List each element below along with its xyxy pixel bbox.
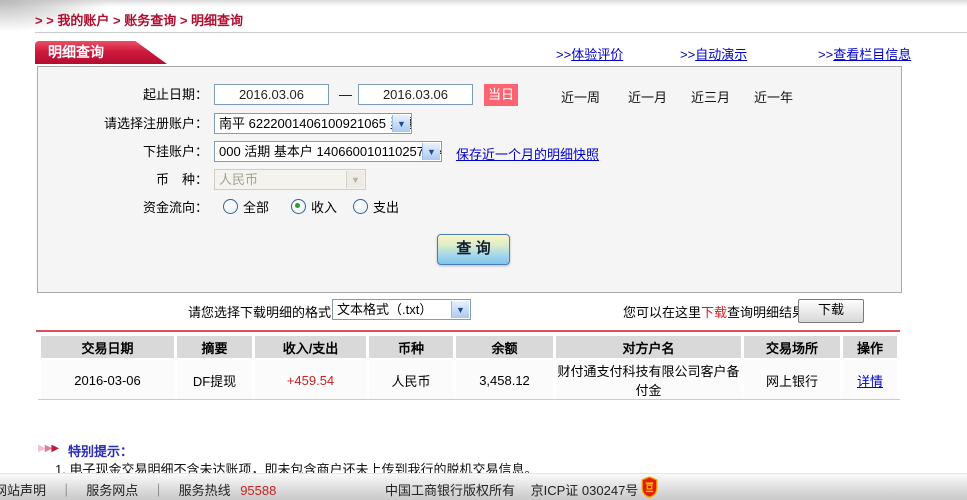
col-header-channel: 交易场所: [744, 336, 840, 358]
date-to-input[interactable]: [358, 84, 473, 105]
chevron-down-icon: ▼: [451, 301, 469, 318]
triple-arrow-icon: ▶▶▶: [38, 443, 59, 454]
footer-separator: ｜: [59, 483, 73, 498]
account-select-value: 南平 6222001406100921065 灵通卡: [219, 116, 411, 131]
footer-copyright: 中国工商银行版权所有 京ICP证 030247号: [385, 480, 638, 499]
range-quarter-link[interactable]: 近三月: [691, 87, 730, 106]
download-hint-suffix: 查询明细结果: [727, 305, 806, 320]
flow-option-label: 支出: [373, 200, 400, 215]
currency-label: 币 种：: [155, 172, 208, 187]
download-format-label: 请您选择下载明细的格式: [188, 305, 332, 320]
sub-account-select-value: 000 活期 基本户 1406600101102571848: [219, 144, 441, 159]
table-bottom-rule: [38, 399, 900, 400]
currency-select: 人民币 ▼: [214, 169, 366, 190]
download-button[interactable]: 下载: [798, 299, 864, 323]
transaction-table: 交易日期 摘要 收入/支出 币种 余额 对方户名 交易场所 操作 2016-03…: [38, 334, 900, 402]
col-header-counterparty: 对方户名: [556, 336, 741, 358]
currency-row: 币 种： 人民币 ▼: [38, 169, 901, 191]
flow-label: 资金流向：: [142, 200, 208, 215]
cell-currency: 人民币: [369, 360, 453, 400]
link-prefix: >>: [818, 47, 834, 62]
query-form-panel: 起止日期： — 当日 近一周 近一月 近三月 近一年 请选择注册账户： 南平 6…: [37, 66, 902, 293]
footer-bar: 网站声明 ｜ 服务网点 ｜ 服务热线 95588 中国工商银行版权所有 京ICP…: [0, 473, 967, 500]
date-range-label: 起止日期：: [142, 87, 208, 102]
download-text-link[interactable]: 下载: [701, 305, 727, 320]
range-today-button[interactable]: 当日: [484, 84, 518, 106]
chevron-down-icon: ▼: [422, 143, 440, 160]
chevron-down-icon: ▼: [346, 171, 364, 188]
flow-option-label: 收入: [311, 200, 338, 215]
link-experience-rating[interactable]: >>体验评价: [556, 44, 623, 63]
cell-channel: 网上银行: [744, 360, 840, 400]
query-button[interactable]: 查 询: [437, 234, 510, 265]
link-label: 查看栏目信息: [833, 47, 912, 62]
footer-link-statement[interactable]: 网站声明: [0, 483, 46, 498]
cell-counterparty: 财付通支付科技有限公司客户备付金: [556, 360, 741, 400]
link-label: 自动演示: [695, 47, 748, 62]
col-header-balance: 余额: [456, 336, 553, 358]
link-prefix: >>: [556, 47, 572, 62]
breadcrumb[interactable]: > > 我的账户 > 账务查询 > 明细查询: [35, 10, 243, 29]
notice-title: 特别提示：: [68, 444, 134, 459]
radio-checked-icon: [291, 199, 306, 214]
flow-option-label: 全部: [243, 200, 270, 215]
cell-summary: DF提现: [177, 360, 252, 400]
col-header-currency: 币种: [369, 336, 453, 358]
radio-icon: [223, 199, 238, 214]
account-row: 请选择注册账户： 南平 6222001406100921065 灵通卡 ▼: [38, 113, 901, 135]
link-prefix: >>: [680, 47, 696, 62]
col-header-action: 操作: [843, 336, 897, 358]
range-week-link[interactable]: 近一周: [561, 87, 600, 106]
flow-radio-expense[interactable]: 支出: [353, 197, 399, 218]
col-header-date: 交易日期: [41, 336, 174, 358]
footer-separator: ｜: [151, 483, 165, 498]
detail-link[interactable]: 详情: [857, 374, 883, 389]
flow-row: 资金流向： 全部 收入 支出: [38, 197, 901, 219]
radio-icon: [353, 199, 368, 214]
cell-amount: +459.54: [255, 360, 366, 400]
date-separator: —: [339, 87, 352, 102]
account-label: 请选择注册账户：: [103, 116, 208, 131]
footer-links: 网站声明 ｜ 服务网点 ｜ 服务热线 95588: [0, 480, 276, 499]
download-format-select[interactable]: 文本格式（.txt） ▼: [332, 299, 471, 320]
link-auto-demo[interactable]: >>自动演示: [680, 44, 747, 63]
flow-radio-all[interactable]: 全部: [223, 197, 269, 218]
sub-account-select[interactable]: 000 活期 基本户 1406600101102571848 ▼: [214, 141, 442, 162]
cell-date: 2016-03-06: [41, 360, 174, 400]
link-view-column-info[interactable]: >>查看栏目信息: [818, 44, 911, 63]
cell-balance: 3,458.12: [456, 360, 553, 400]
sub-account-label: 下挂账户：: [142, 144, 208, 159]
download-hint-prefix: 您可以在这里: [623, 305, 702, 320]
footer-link-branches[interactable]: 服务网点: [86, 483, 138, 498]
account-select[interactable]: 南平 6222001406100921065 灵通卡 ▼: [214, 113, 412, 134]
security-badge-icon: [641, 476, 658, 498]
icp-number: 京ICP证 030247号: [530, 483, 639, 498]
range-month-link[interactable]: 近一月: [628, 87, 667, 106]
col-header-amount: 收入/支出: [255, 336, 366, 358]
col-header-summary: 摘要: [177, 336, 252, 358]
download-hint: 您可以在这里下载查询明细结果: [623, 302, 805, 321]
table-row: 2016-03-06 DF提现 +459.54 人民币 3,458.12 财付通…: [41, 360, 897, 400]
range-year-link[interactable]: 近一年: [754, 87, 793, 106]
chevron-down-icon: ▼: [392, 115, 410, 132]
link-label: 体验评价: [571, 47, 624, 62]
hotline-number[interactable]: 95588: [240, 483, 276, 498]
currency-select-value: 人民币: [219, 172, 259, 187]
copyright-text: 中国工商银行版权所有: [385, 483, 516, 498]
sub-account-row: 下挂账户： 000 活期 基本户 1406600101102571848 ▼ 保…: [38, 141, 901, 163]
save-snapshot-link[interactable]: 保存近一个月的明细快照: [456, 144, 599, 163]
date-row: 起止日期： — 当日 近一周 近一月 近三月 近一年: [38, 84, 901, 106]
download-format-value: 文本格式（.txt）: [337, 302, 433, 317]
table-header-row: 交易日期 摘要 收入/支出 币种 余额 对方户名 交易场所 操作: [41, 336, 897, 358]
flow-radio-income[interactable]: 收入: [291, 197, 337, 218]
breadcrumb-divider: [35, 32, 967, 33]
hotline-label: 服务热线: [178, 483, 231, 498]
date-from-input[interactable]: [214, 84, 329, 105]
table-top-rule: [36, 330, 900, 332]
